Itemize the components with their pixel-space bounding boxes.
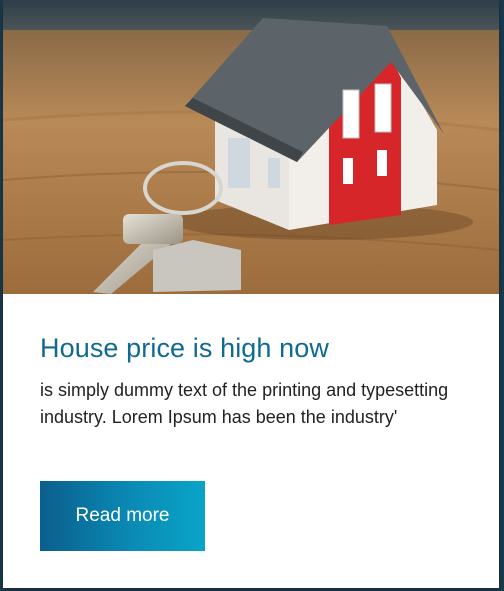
card-image [3,0,499,294]
card-description: is simply dummy text of the printing and… [40,380,449,427]
house-with-keys-photo [3,0,499,294]
card-title: House price is high now [40,333,329,363]
article-card: House price is high now is simply dummy … [3,0,499,588]
card-body: House price is high now is simply dummy … [40,294,479,551]
read-more-button[interactable]: Read more [40,481,205,551]
